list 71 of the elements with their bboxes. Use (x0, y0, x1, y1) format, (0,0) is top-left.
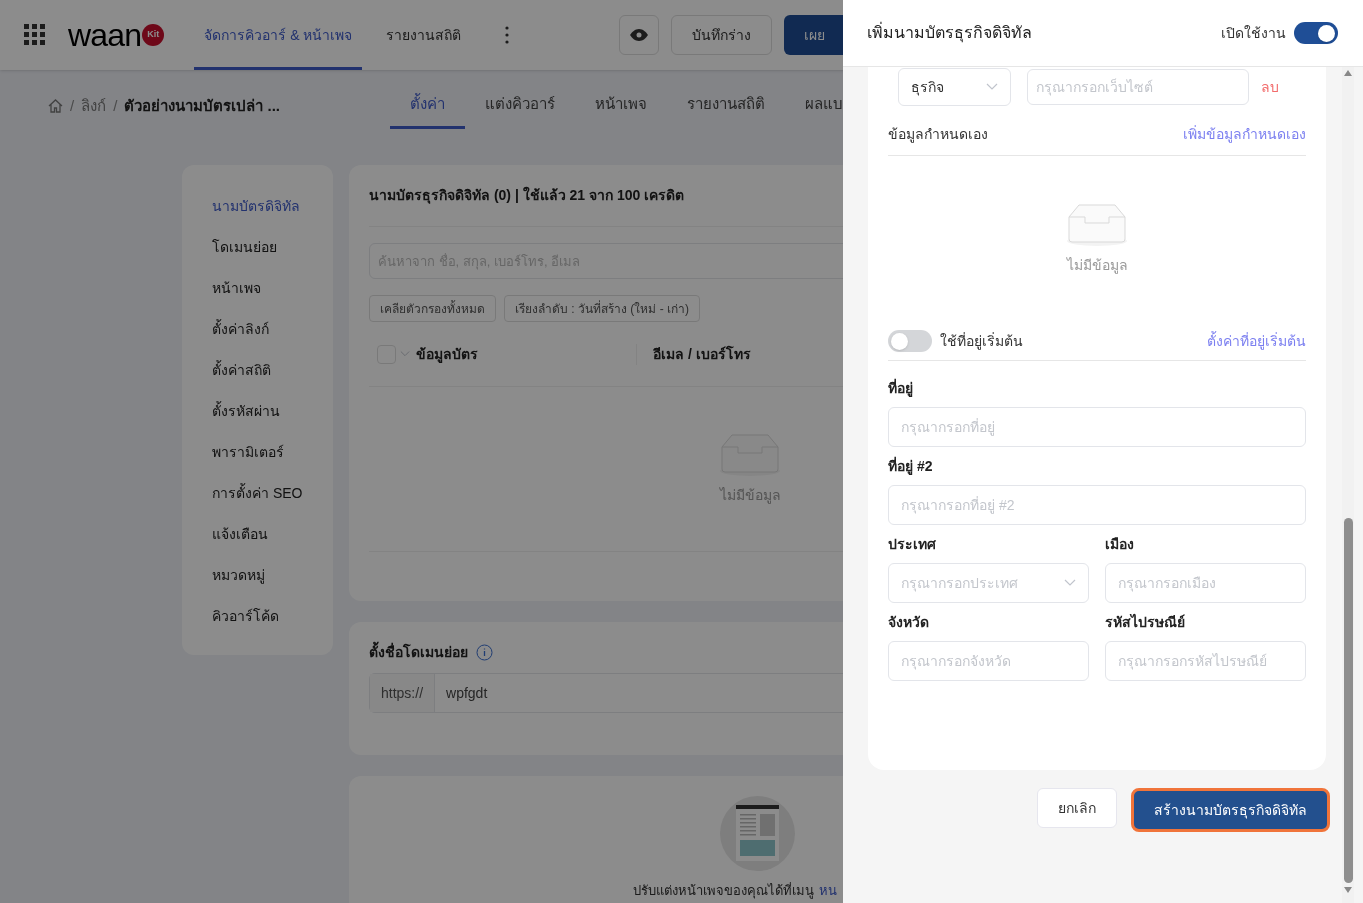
sidebar-item[interactable]: แจ้งเตือน (212, 523, 333, 545)
input-field[interactable]: กรุณากรอกจังหวัด (888, 641, 1089, 681)
sidebar-item[interactable]: พารามิเตอร์ (212, 441, 333, 463)
breadcrumb-separator: / (113, 95, 118, 116)
publish-button[interactable]: เผย (784, 15, 843, 55)
input-field[interactable]: กรุณากรอกที่อยู่ #2 (888, 485, 1306, 525)
website-field[interactable]: กรุณากรอกเว็บไซต์ (1027, 69, 1249, 105)
field-label: ที่อยู่ #2 (888, 456, 934, 477)
field-label: จังหวัด (888, 613, 930, 632)
remove-link[interactable]: ลบ (1261, 76, 1279, 98)
drawer-title: เพิ่มนามบัตรธุรกิจดิจิทัล (867, 21, 1032, 45)
input-field[interactable]: กรุณากรอกเมือง (1105, 563, 1306, 603)
input-field[interactable]: กรุณากรอกรหัสไปรษณีย์ (1105, 641, 1306, 681)
eye-icon (630, 29, 649, 41)
sidebar-item[interactable]: หมวดหมู่ (212, 564, 333, 586)
apps-grid-icon[interactable] (24, 24, 46, 46)
toggle-switch[interactable] (888, 330, 932, 352)
sidebar-item[interactable]: หน้าเพจ (212, 277, 333, 299)
create-card-button[interactable]: สร้างนามบัตรธุรกิจดิจิทัล (1131, 788, 1330, 832)
empty-message: ไม่มีข้อมูล (719, 485, 781, 506)
sub-tab[interactable]: แต่งคิวอาร์ (465, 83, 575, 129)
breadcrumb-current: ตัวอย่างนามบัตรเปล่า ... (124, 95, 280, 116)
cancel-button[interactable]: ยกเลิก (1037, 788, 1117, 828)
chevron-down-icon (986, 83, 998, 91)
page-menu-link[interactable]: หน (819, 883, 837, 898)
scroll-down-icon[interactable] (1344, 887, 1352, 893)
nav-tab[interactable]: จัดการคิวอาร์ & หน้าเพจ (194, 0, 363, 70)
toggle-label: ใช้ที่อยู่เริ่มต้น (940, 331, 1023, 352)
add-custom-link[interactable]: เพิ่มข้อมูลกำหนดเอง (1183, 123, 1306, 145)
chevron-down-icon (400, 350, 410, 358)
default-address-link[interactable]: ตั้งค่าที่อยู่เริ่มต้น (1207, 330, 1306, 352)
sidebar-item[interactable]: ตั้งค่าลิงก์ (212, 318, 333, 340)
preview-button[interactable] (619, 15, 660, 55)
sidebar-item[interactable]: การตั้งค่า SEO (212, 482, 333, 504)
more-vertical-icon[interactable] (505, 26, 510, 44)
sub-tab[interactable]: หน้าเพจ (575, 83, 667, 129)
filter-chip[interactable]: เคลียตัวกรองทั้งหมด (369, 295, 496, 322)
field-label: รหัสไปรษณีย์ (1105, 613, 1186, 632)
sub-tab[interactable]: รายงานสถิติ (667, 83, 785, 129)
field-label: ประเทศ (888, 535, 937, 554)
field-label: เมือง (1105, 535, 1135, 554)
column-header: อีเมล / เบอร์โทร (636, 343, 751, 365)
toggle-label: เปิดใช้งาน (1221, 23, 1286, 43)
toggle-switch[interactable] (1294, 22, 1338, 44)
sub-tab[interactable]: ผลแบ (785, 83, 843, 129)
sub-tab[interactable]: ตั้งค่า (390, 83, 465, 129)
url-prefix: https:// (370, 674, 436, 712)
type-select[interactable]: ธุรกิจ (898, 68, 1011, 106)
breadcrumb-link[interactable]: ลิงก์ (81, 94, 107, 118)
chevron-down-icon (1064, 579, 1076, 587)
input-field[interactable]: กรุณากรอกที่อยู่ (888, 407, 1306, 447)
empty-message: ไม่มีข้อมูล (1066, 255, 1128, 276)
nav-tab[interactable]: รายงานสถิติ (376, 0, 472, 70)
empty-inbox-icon (1066, 202, 1128, 247)
sidebar-item[interactable]: ตั้งค่าสถิติ (212, 359, 333, 381)
save-draft-button[interactable]: บันทึกร่าง (671, 15, 773, 55)
field-label: ที่อยู่ (888, 378, 914, 399)
sidebar-item[interactable]: นามบัตรดิจิทัล (212, 195, 333, 217)
sidebar-item[interactable]: คิวอาร์โค้ด (212, 605, 333, 627)
sidebar-item[interactable]: โดเมนย่อย (212, 236, 333, 258)
panel-title: ตั้งชื่อโดเมนย่อย (369, 642, 468, 663)
page-hint-text: ปรับแต่งหน้าเพจของคุณได้ที่เมนู (633, 883, 814, 898)
sidebar-item[interactable]: ตั้งรหัสผ่าน (212, 400, 333, 422)
subdomain-field[interactable]: https:// wpfgdt (369, 673, 843, 713)
home-icon[interactable] (48, 99, 63, 113)
breadcrumb-separator: / (70, 95, 75, 116)
scroll-up-icon[interactable] (1344, 70, 1352, 76)
filter-chip[interactable]: เรียงลำดับ : วันที่สร้าง (ใหม่ - เก่า) (504, 295, 700, 322)
section-title: ข้อมูลกำหนดเอง (888, 124, 988, 145)
info-icon[interactable] (476, 644, 493, 661)
column-header: ข้อมูลบัตร (415, 344, 479, 365)
